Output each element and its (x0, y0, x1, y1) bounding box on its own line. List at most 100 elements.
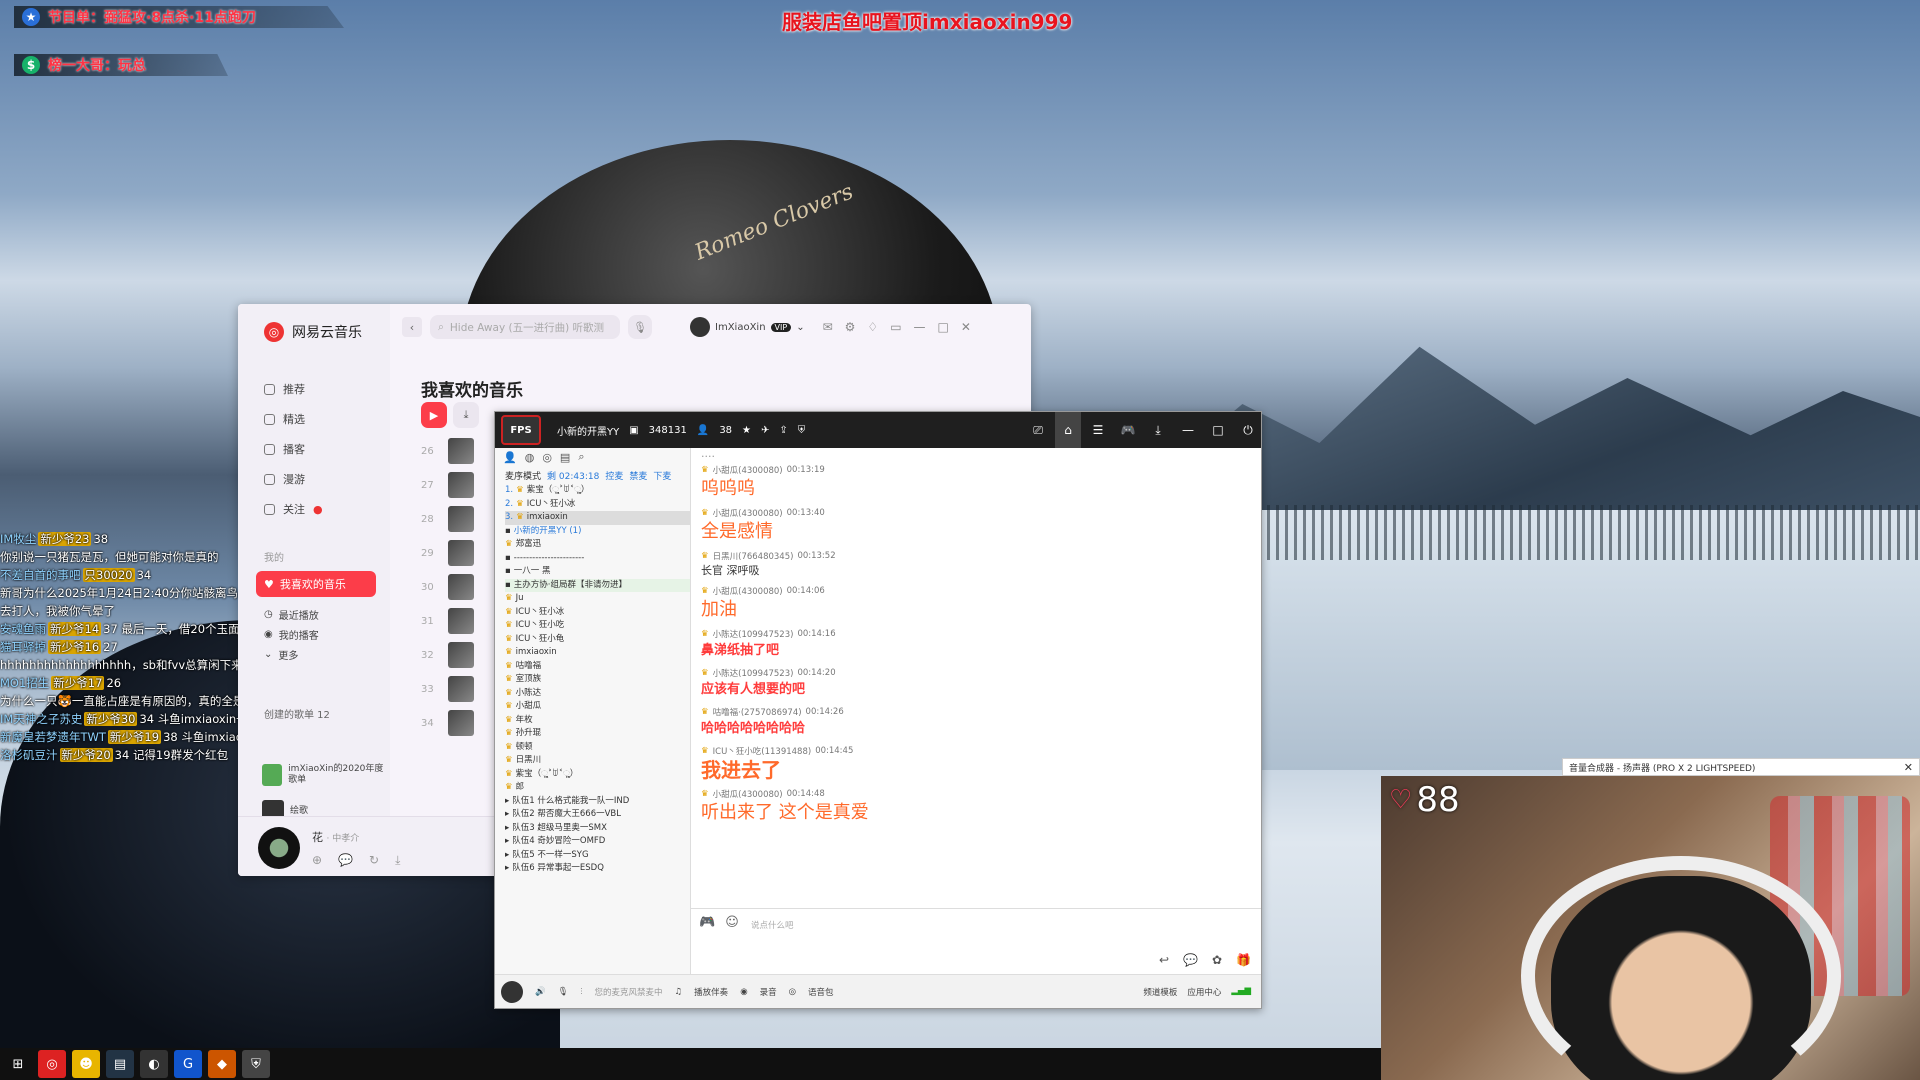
power-icon[interactable]: ⏻ (1235, 412, 1261, 448)
list-icon[interactable]: ☰ (1085, 412, 1111, 448)
gamepad-icon[interactable]: 🎮 (699, 915, 715, 930)
created-playlists-header[interactable]: 创建的歌单 12 (264, 706, 330, 721)
maximize-icon[interactable]: □ (938, 320, 949, 334)
app-center-button[interactable]: 应用中心 (1187, 986, 1221, 998)
member-item[interactable]: ▸ 队伍4 奇妙冒险一OMFD (505, 835, 690, 849)
member-item[interactable]: ♛ ICU丶狂小吃 (505, 619, 690, 633)
song-row[interactable]: 27 (421, 468, 481, 502)
message-user[interactable]: 小甜瓜(4300080) (713, 585, 783, 597)
accompaniment-button[interactable]: 播放伴奏 (694, 986, 728, 998)
member-item[interactable]: ♛ 紫宝（ૢ˃ꌂ˂ૢ） (505, 768, 690, 782)
member-item[interactable]: ♛ 郑富迅 (505, 538, 690, 552)
member-item[interactable]: 3. ♛ imxiaoxin (505, 511, 690, 525)
share-icon[interactable]: ↻ (369, 853, 379, 868)
leave-mic-link[interactable]: 下麦 (653, 469, 671, 482)
ban-mic-link[interactable]: 禁麦 (629, 469, 647, 482)
airplane-icon[interactable]: ✈ (761, 425, 769, 436)
shield-icon[interactable]: ⛨ (798, 425, 806, 436)
home-icon[interactable]: ⌂ (1055, 412, 1081, 448)
gift-icon[interactable]: 🎁 (1236, 953, 1251, 967)
add-to-playlist-icon[interactable]: ⊕ (312, 853, 322, 868)
chat-icon[interactable]: ◍ (525, 451, 535, 464)
member-item[interactable]: ♛ ICU丶狂小龟 (505, 633, 690, 647)
member-item[interactable]: ♛ imxiaoxin (505, 646, 690, 660)
app-taskbar-icon[interactable]: G (174, 1050, 202, 1078)
member-item[interactable]: ♛ 日黑川 (505, 754, 690, 768)
message-user[interactable]: 日黑川(766480345) (713, 550, 794, 562)
share-icon[interactable]: ⇪ (779, 425, 787, 436)
speaker-icon[interactable]: 🔊 (535, 987, 546, 997)
nav-item-featured[interactable]: 精选 (264, 404, 384, 434)
nav-item-podcast[interactable]: 播客 (264, 434, 384, 464)
gamepad-icon[interactable]: 🎮 (1115, 412, 1141, 448)
equalizer-icon[interactable]: ⫶ (580, 987, 582, 997)
member-item[interactable]: ♛ 顿顿 (505, 741, 690, 755)
emoji-icon[interactable]: ☺ (725, 915, 739, 930)
member-item[interactable]: ▪ ----------------------- (505, 552, 690, 566)
close-icon[interactable]: ✕ (1904, 761, 1919, 774)
flower-icon[interactable]: ✿ (1212, 953, 1222, 967)
location-icon[interactable]: ◎ (542, 451, 552, 464)
album-disc[interactable] (258, 827, 300, 869)
close-icon[interactable]: ✕ (961, 320, 971, 334)
member-item[interactable]: ♛ 年枚 (505, 714, 690, 728)
windows-start-icon[interactable]: ⊞ (4, 1050, 32, 1078)
song-row[interactable]: 26 (421, 434, 481, 468)
song-row[interactable]: 32 (421, 638, 481, 672)
message-user[interactable]: 小甜瓜(4300080) (713, 464, 783, 476)
member-item[interactable]: ▸ 队伍2 帮否魔大王666一VBL (505, 808, 690, 822)
netease-logo[interactable]: ◎ 网易云音乐 (264, 322, 362, 342)
nav-item-liked-music[interactable]: ♥ 我喜欢的音乐 (256, 571, 376, 597)
download-icon[interactable]: ⤓ (395, 853, 400, 868)
maximize-icon[interactable]: □ (1205, 412, 1231, 448)
nav-item-my-podcast[interactable]: ◉ 我的播客 (264, 624, 384, 644)
message-user[interactable]: 小甜瓜(4300080) (713, 788, 783, 800)
member-item[interactable]: ▪ 一八一 黑 (505, 565, 690, 579)
member-item[interactable]: ▸ 队伍5 不一样一SYG (505, 849, 690, 863)
nav-item-recent[interactable]: ◷ 最近播放 (264, 604, 384, 624)
star-icon[interactable]: ★ (742, 425, 751, 436)
member-item[interactable]: 1. ♛ 紫宝（ૢ˃ꌂ˂ૢ） (505, 484, 690, 498)
message-user[interactable]: 咕噜福·(2757086974) (713, 706, 802, 718)
list-icon[interactable]: ▤ (560, 451, 570, 464)
member-item[interactable]: ♛ 小甜瓜 (505, 700, 690, 714)
nav-item-follow[interactable]: 关注 ● (264, 494, 384, 524)
user-profile[interactable]: ImXiaoXin VIP ⌄ (690, 317, 805, 337)
yy-taskbar-icon[interactable]: ☻ (72, 1050, 100, 1078)
voice-pack-button[interactable]: 语音包 (808, 986, 834, 998)
control-mic-link[interactable]: 控麦 (605, 469, 623, 482)
skin-icon[interactable]: ♢ (867, 320, 878, 334)
browser-taskbar-icon[interactable]: ◆ (208, 1050, 236, 1078)
nav-item-roam[interactable]: 漫游 (264, 464, 384, 494)
nav-item-more[interactable]: ⌄ 更多 (264, 644, 384, 664)
playlist-item[interactable]: imXiaoXin的2020年度歌单 (262, 764, 392, 786)
record-button[interactable]: 录音 (760, 986, 777, 998)
member-item[interactable]: ♛ 咕噜福 (505, 660, 690, 674)
member-item[interactable]: ♛ ICU丶狂小冰 (505, 606, 690, 620)
mini-mode-icon[interactable]: ▭ (890, 320, 901, 334)
chat-input[interactable]: 说点什么吧 (751, 919, 794, 931)
channel-template-button[interactable]: 频道模板 (1143, 986, 1177, 998)
netease-taskbar-icon[interactable]: ◎ (38, 1050, 66, 1078)
song-row[interactable]: 34 (421, 706, 481, 740)
shield-taskbar-icon[interactable]: ⛨ (242, 1050, 270, 1078)
back-button[interactable]: ‹ (402, 317, 422, 337)
undo-icon[interactable]: ↩ (1159, 953, 1169, 967)
member-item[interactable]: ♛ 孙升琨 (505, 727, 690, 741)
message-icon[interactable]: 💬 (1183, 953, 1198, 967)
user-icon[interactable]: 👤 (503, 451, 517, 464)
mic-mode[interactable]: 麦序模式 (505, 469, 541, 482)
member-item[interactable]: ▸ 队伍1 什么格式能我一队一IND (505, 795, 690, 809)
song-row[interactable]: 30 (421, 570, 481, 604)
settings-icon[interactable]: ⚙ (845, 320, 856, 334)
play-all-button[interactable]: ▶ (421, 402, 447, 428)
member-item[interactable]: ▸ 队伍3 超级马里奥一SMX (505, 822, 690, 836)
avatar[interactable] (501, 980, 523, 1003)
song-row[interactable]: 29 (421, 536, 481, 570)
minimize-icon[interactable]: — (914, 320, 926, 334)
member-item[interactable]: ▪ 主办方协·组局群【非请勿进】 (505, 578, 690, 592)
minimize-icon[interactable]: — (1175, 412, 1201, 448)
member-item[interactable]: 2. ♛ ICU丶狂小冰 (505, 498, 690, 512)
search-input[interactable]: ⌕ Hide Away (五一进行曲) 听歌测 (430, 315, 620, 339)
dock-icon[interactable]: ⤓ (1145, 412, 1171, 448)
